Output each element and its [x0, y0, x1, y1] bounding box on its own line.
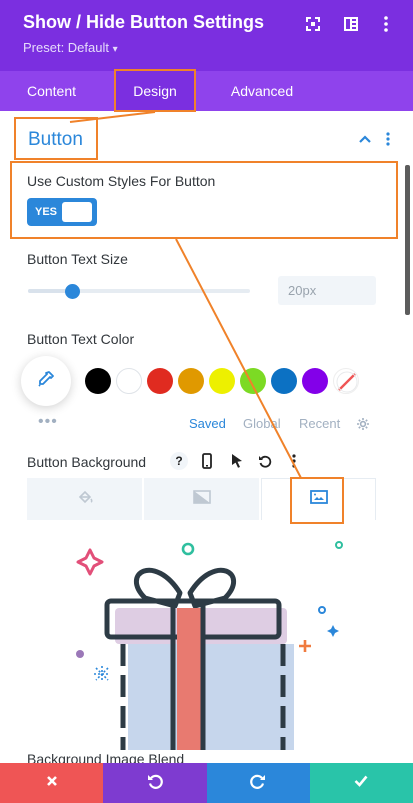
- annotation-connector-lines: [69, 111, 302, 479]
